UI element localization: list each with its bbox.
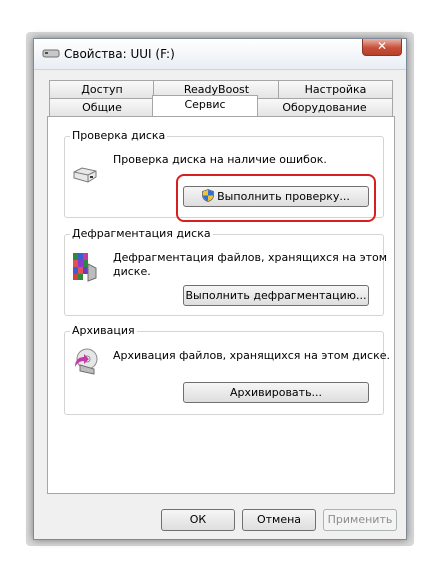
titlebar[interactable]: Свойства: UUI (F:) ✕ bbox=[34, 39, 406, 70]
tab-settings[interactable]: Настройка bbox=[278, 80, 393, 98]
group-backup-title: Архивация bbox=[70, 324, 137, 337]
close-icon: ✕ bbox=[376, 39, 388, 53]
run-defrag-button[interactable]: Выполнить дефрагментацию... bbox=[183, 285, 369, 306]
close-button[interactable]: ✕ bbox=[362, 39, 402, 56]
uac-shield-icon bbox=[202, 189, 215, 202]
run-check-button[interactable]: Выполнить проверку... bbox=[183, 186, 369, 207]
cancel-button[interactable]: Отмена bbox=[242, 509, 316, 531]
tab-settings-label: Настройка bbox=[304, 83, 367, 96]
tab-general[interactable]: Общие bbox=[49, 98, 155, 116]
tab-hardware[interactable]: Оборудование bbox=[256, 98, 393, 116]
backup-button[interactable]: Архивировать... bbox=[183, 382, 369, 403]
backup-label: Архивировать... bbox=[229, 386, 323, 399]
tab-access[interactable]: Доступ bbox=[49, 80, 155, 98]
tab-service[interactable]: Сервис bbox=[152, 95, 258, 116]
run-defrag-label: Выполнить дефрагментацию... bbox=[185, 289, 367, 302]
ok-label: ОК bbox=[189, 513, 207, 526]
disk-check-description: Проверка диска на наличие ошибок. bbox=[113, 153, 327, 166]
window-title: Свойства: UUI (F:) bbox=[64, 47, 175, 61]
apply-label: Применить bbox=[327, 513, 393, 526]
run-check-label: Выполнить проверку... bbox=[217, 190, 350, 203]
ok-button[interactable]: ОК bbox=[161, 509, 235, 531]
cancel-label: Отмена bbox=[256, 513, 302, 526]
drive-icon bbox=[42, 49, 60, 58]
tab-general-label: Общие bbox=[82, 101, 122, 114]
apply-button: Применить bbox=[323, 509, 397, 531]
group-disk-check-title: Проверка диска bbox=[70, 129, 168, 142]
tab-access-label: Доступ bbox=[81, 83, 123, 96]
backup-icon bbox=[75, 348, 98, 375]
defrag-description-line1: Дефрагментация файлов, хранящихся на это… bbox=[113, 251, 388, 264]
backup-description: Архивация файлов, хранящихся на этом дис… bbox=[113, 349, 391, 362]
group-defrag-title: Дефрагментация диска bbox=[70, 227, 213, 240]
defrag-icon bbox=[73, 253, 97, 282]
defrag-description-line2: диске. bbox=[113, 265, 151, 278]
tab-hardware-label: Оборудование bbox=[282, 101, 367, 114]
tab-service-label: Сервис bbox=[184, 98, 226, 111]
disk-check-icon bbox=[73, 167, 97, 183]
